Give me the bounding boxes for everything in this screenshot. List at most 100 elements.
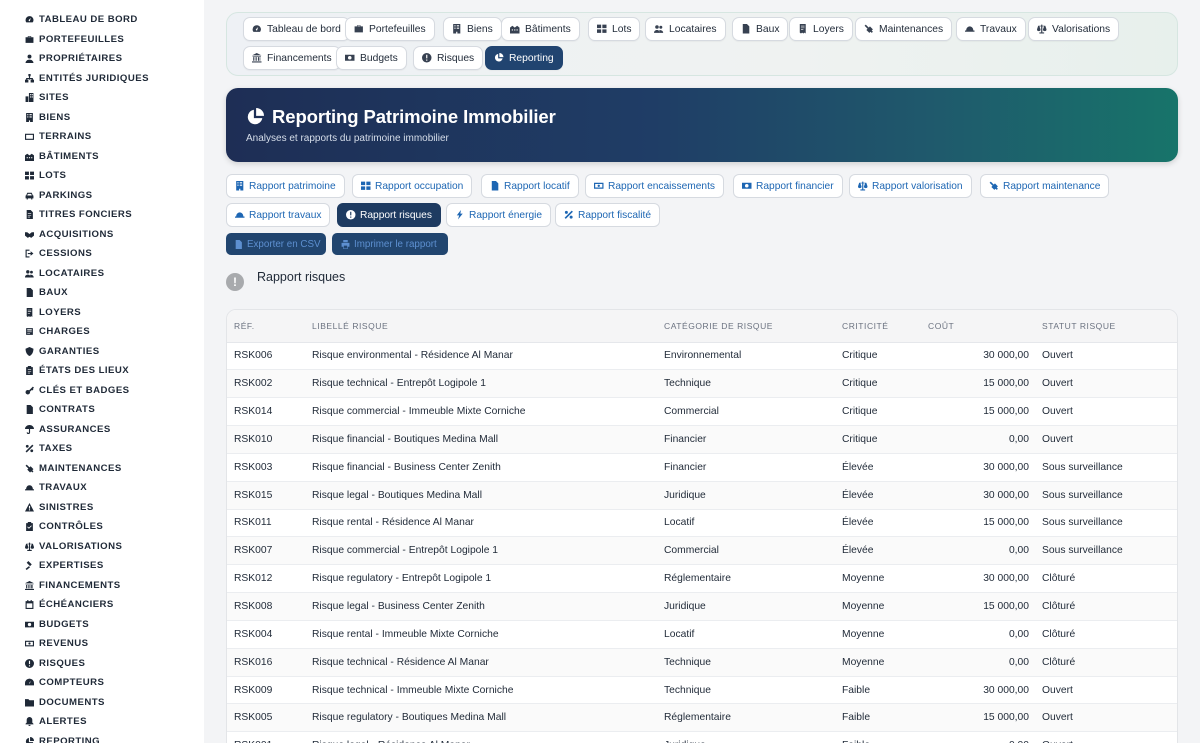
report-tab-rapport-fiscalite[interactable]: Rapport fiscalité [555,203,661,227]
report-tab-rapport-travaux[interactable]: Rapport travaux [226,203,331,227]
cell-categorie: Réglementaire [657,703,835,733]
column-header-statut-risque[interactable]: STATUT RISQUE [1035,310,1177,343]
sidebar-item-charges[interactable]: CHARGES [0,322,204,342]
table-row[interactable]: RSK005 Risque regulatory - Boutiques Medi… [227,703,1177,733]
nav-baux[interactable]: Baux [732,17,789,41]
table-row[interactable]: RSK016 Risque technical - Résidence Al Ma… [227,648,1177,677]
table-row[interactable]: RSK001Risque legal - Résidence Al ManarJ… [227,731,1177,743]
print-report-button[interactable]: Imprimer le rapport [332,233,448,255]
sidebar-item-revenus[interactable]: REVENUS [0,634,204,654]
sidebar-item-etats-des-lieux[interactable]: ÉTATS DES LIEUX [0,361,204,381]
sidebar-item-controles[interactable]: CONTRÔLES [0,517,204,537]
report-tab-rapport-occupation[interactable]: Rapport occupation [352,174,473,198]
sidebar-item-reporting[interactable]: REPORTING [0,732,204,743]
report-tab-rapport-energie[interactable]: Rapport énergie [446,203,552,227]
column-header-cout[interactable]: COÛT [921,310,1035,343]
nav-portefeuilles[interactable]: Portefeuilles [345,17,435,41]
report-tab-rapport-maintenance[interactable]: Rapport maintenance [980,174,1110,198]
cell-criticite: Moyenne [835,620,921,649]
table-row[interactable]: RSK015 Risque legal - Boutiques Medina Ma… [227,481,1177,510]
cell-cout: 0,00 [921,620,1035,649]
sidebar-item-cessions[interactable]: CESSIONS [0,244,204,264]
sidebar-item-label: FINANCEMENTS [39,579,121,591]
sidebar-item-cles-et-badges[interactable]: CLÉS ET BADGES [0,381,204,401]
sidebar-item-proprietaires[interactable]: PROPRIÉTAIRES [0,49,204,69]
sidebar-item-travaux[interactable]: TRAVAUX [0,478,204,498]
nav-travaux[interactable]: Travaux [956,17,1026,41]
nav-loyers[interactable]: Loyers [789,17,853,41]
sidebar-item-loyers[interactable]: LOYERS [0,303,204,323]
table-row[interactable]: RSK014 Risque commercial - Immeuble Mixte… [227,397,1177,427]
table-row[interactable]: RSK012 Risque regulatory - Entrepôt Logip… [227,564,1177,594]
report-tab-rapport-risques[interactable]: Rapport risques [337,203,441,227]
sidebar-item-parkings[interactable]: PARKINGS [0,186,204,206]
sidebar-item-risques[interactable]: RISQUES [0,654,204,674]
sidebar-item-label: LOTS [39,170,67,182]
umbrella-icon [24,424,34,434]
sidebar-item-financements[interactable]: FINANCEMENTS [0,576,204,596]
table-row[interactable]: RSK011 Risque rental - Résidence Al Manar… [227,509,1177,538]
sidebar-item-titres-fonciers[interactable]: TITRES FONCIERS [0,205,204,225]
sidebar-item-taxes[interactable]: TAXES [0,439,204,459]
sidebar-item-garanties[interactable]: GARANTIES [0,342,204,362]
sidebar-item-assurances[interactable]: ASSURANCES [0,420,204,440]
sidebar-item-tableau-de-bord[interactable]: TABLEAU DE BORD [0,10,204,30]
report-tab-rapport-valorisation[interactable]: Rapport valorisation [849,174,972,198]
sidebar-item-baux[interactable]: BAUX [0,283,204,303]
sidebar-item-documents[interactable]: DOCUMENTS [0,693,204,713]
column-header-ref[interactable]: RÉF. [227,310,305,343]
nav-maintenances[interactable]: Maintenances [855,17,953,41]
nav-financements[interactable]: Financements [243,46,341,70]
sidebar-item-batiments[interactable]: BÂTIMENTS [0,147,204,167]
sidebar-item-expertises[interactable]: EXPERTISES [0,556,204,576]
sidebar-item-alertes[interactable]: ALERTES [0,712,204,732]
nav-reporting[interactable]: Reporting [485,46,563,70]
report-tab-rapport-patrimoine[interactable]: Rapport patrimoine [226,174,345,198]
report-tab-rapport-encaissements[interactable]: Rapport encaissements [585,174,725,198]
sidebar-item-echeanciers[interactable]: ÉCHÉANCIERS [0,595,204,615]
column-header-libelle-risque[interactable]: LIBELLÉ RISQUE [305,310,657,343]
nav-budgets[interactable]: Budgets [336,46,407,70]
sidebar-item-locataires[interactable]: LOCATAIRES [0,264,204,284]
cell-libelle: Risque rental - Immeuble Mixte Corniche [305,620,657,649]
sidebar-item-label: BUDGETS [39,618,90,630]
balance-scale-icon [1037,24,1047,34]
cell-statut: Clôturé [1035,564,1177,594]
table-row[interactable]: RSK007 Risque commercial - Entrepôt Logip… [227,536,1177,566]
nav-lots[interactable]: Lots [588,17,641,41]
sidebar-item-portefeuilles[interactable]: PORTEFEUILLES [0,30,204,50]
sidebar-item-maintenances[interactable]: MAINTENANCES [0,459,204,479]
table-row[interactable]: RSK004 Risque rental - Immeuble Mixte Cor… [227,620,1177,649]
column-header-categorie-de-risque[interactable]: CATÉGORIE DE RISQUE [657,310,835,343]
sidebar-item-biens[interactable]: BIENS [0,108,204,128]
table-row[interactable]: RSK003 Risque financial - Business Center… [227,453,1177,482]
column-header-criticite[interactable]: CRITICITÉ [835,310,921,343]
nav-biens[interactable]: Biens [443,17,502,41]
table-row[interactable]: RSK010 Risque financial - Boutiques Medin… [227,425,1177,454]
sidebar-item-budgets[interactable]: BUDGETS [0,615,204,635]
table-row[interactable]: RSK008 Risque legal - Business Center Zen… [227,592,1177,621]
nav-batiments[interactable]: Bâtiments [501,17,580,41]
nav-locataires[interactable]: Locataires [645,17,726,41]
sidebar-item-lots[interactable]: LOTS [0,166,204,186]
sidebar-item-sinistres[interactable]: SINISTRES [0,498,204,518]
nav-risques[interactable]: Risques [413,46,484,70]
table-row[interactable]: RSK006 Risque environmental - Résidence A… [227,342,1177,371]
nav-valorisations[interactable]: Valorisations [1028,17,1120,41]
sidebar-item-terrains[interactable]: TERRAINS [0,127,204,147]
nav-tableau-de-bord[interactable]: Tableau de bord [243,17,350,41]
risk-table: RÉF. LIBELLÉ RISQUE CATÉGORIE DE RISQUE CRI… [226,309,1178,743]
report-tab-rapport-financier[interactable]: Rapport financier [733,174,843,198]
sidebar-item-valorisations[interactable]: VALORISATIONS [0,537,204,557]
export-csv-button[interactable]: Exporter en CSV [226,233,326,255]
sidebar-item-acquisitions[interactable]: ACQUISITIONS [0,225,204,245]
report-tab-rapport-locatif[interactable]: Rapport locatif [481,174,579,198]
users-icon [654,24,664,34]
sidebar-item-contrats[interactable]: CONTRATS [0,400,204,420]
table-row[interactable]: RSK009 Risque technical - Immeuble Mixte … [227,676,1177,705]
table-row[interactable]: RSK002 Risque technical - Entrepôt Logipo… [227,369,1177,399]
sidebar-item-compteurs[interactable]: COMPTEURS [0,673,204,693]
report-tab-label: Rapport occupation [375,180,464,192]
sidebar-item-entites-juridiques[interactable]: ENTITÉS JURIDIQUES [0,69,204,89]
sidebar-item-sites[interactable]: SITES [0,88,204,108]
